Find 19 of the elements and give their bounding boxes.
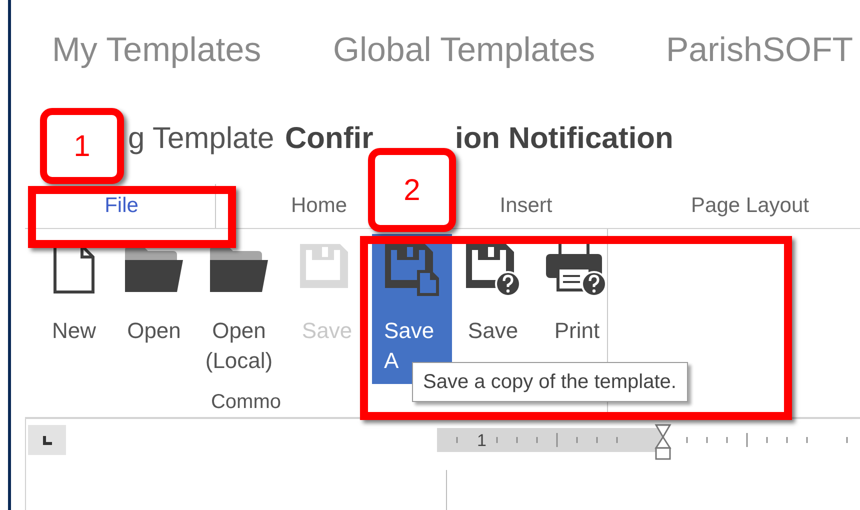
ruler-number: 1 xyxy=(477,430,486,452)
ribbon-button[interactable]: Open xyxy=(112,234,196,384)
ribbon-tab[interactable]: Page Layout xyxy=(689,190,811,222)
callout-marker: 1 xyxy=(40,108,124,184)
tooltip: Save a copy of the template. xyxy=(412,362,688,402)
group-label: Commo xyxy=(210,390,281,413)
ribbon-tab[interactable]: Insert xyxy=(498,190,554,222)
callout-marker: 2 xyxy=(368,148,456,232)
template-name: ion Notification xyxy=(455,121,674,158)
ribbon-tab[interactable]: Home xyxy=(288,190,350,222)
template-title: g Template xyxy=(128,122,274,156)
ribbon-button[interactable]: Open (Local) xyxy=(196,234,282,384)
nav-link[interactable]: My Templates xyxy=(52,31,262,70)
ribbon-button[interactable]: New xyxy=(36,234,112,384)
indent-marker-icon xyxy=(654,424,672,460)
ribbon-tab[interactable]: File xyxy=(102,190,140,222)
nav-link[interactable]: ParishSOFT xyxy=(666,31,854,70)
nav-link[interactable]: Global Templates xyxy=(333,31,596,70)
tab-stop-selector[interactable] xyxy=(28,425,66,456)
